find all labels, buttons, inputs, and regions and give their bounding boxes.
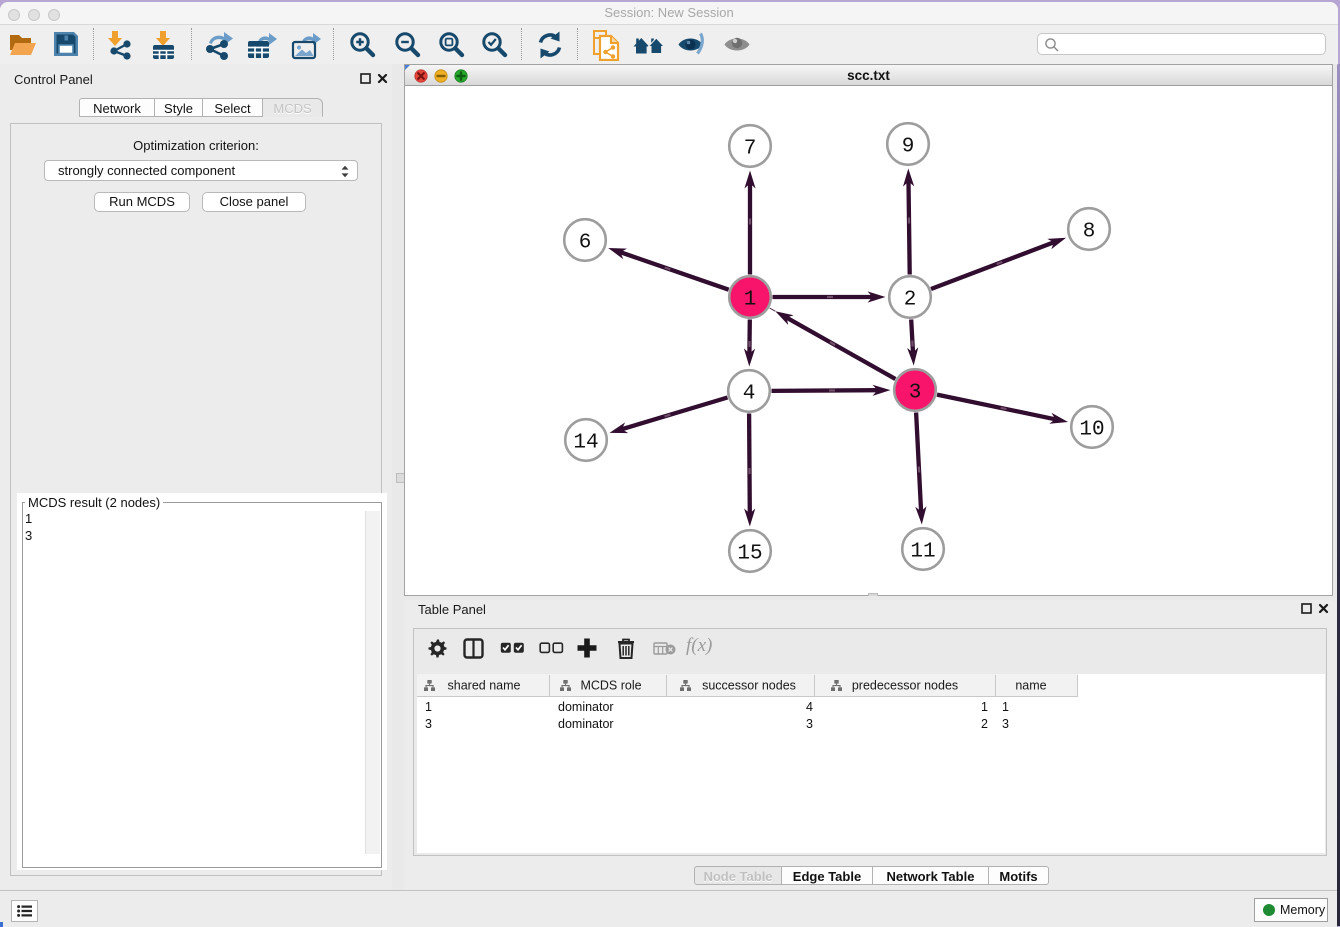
svg-text:MCDS role: MCDS role: [580, 679, 641, 693]
svg-text:predecessor nodes: predecessor nodes: [852, 679, 958, 693]
svg-text:8: 8: [1083, 221, 1096, 244]
svg-text:shared name: shared name: [448, 679, 521, 693]
svg-text:11: 11: [910, 541, 935, 564]
svg-text:15: 15: [737, 543, 762, 566]
svg-text:14: 14: [573, 432, 598, 455]
svg-text:4: 4: [743, 383, 756, 406]
svg-text:name: name: [1015, 679, 1046, 693]
svg-text:1: 1: [744, 289, 757, 312]
svg-text:9: 9: [902, 136, 915, 159]
svg-text:3: 3: [909, 382, 922, 405]
svg-text:7: 7: [744, 138, 757, 161]
svg-text:2: 2: [904, 289, 917, 312]
svg-text:successor nodes: successor nodes: [702, 679, 796, 693]
svg-text:6: 6: [579, 232, 592, 255]
svg-text:10: 10: [1079, 419, 1104, 442]
